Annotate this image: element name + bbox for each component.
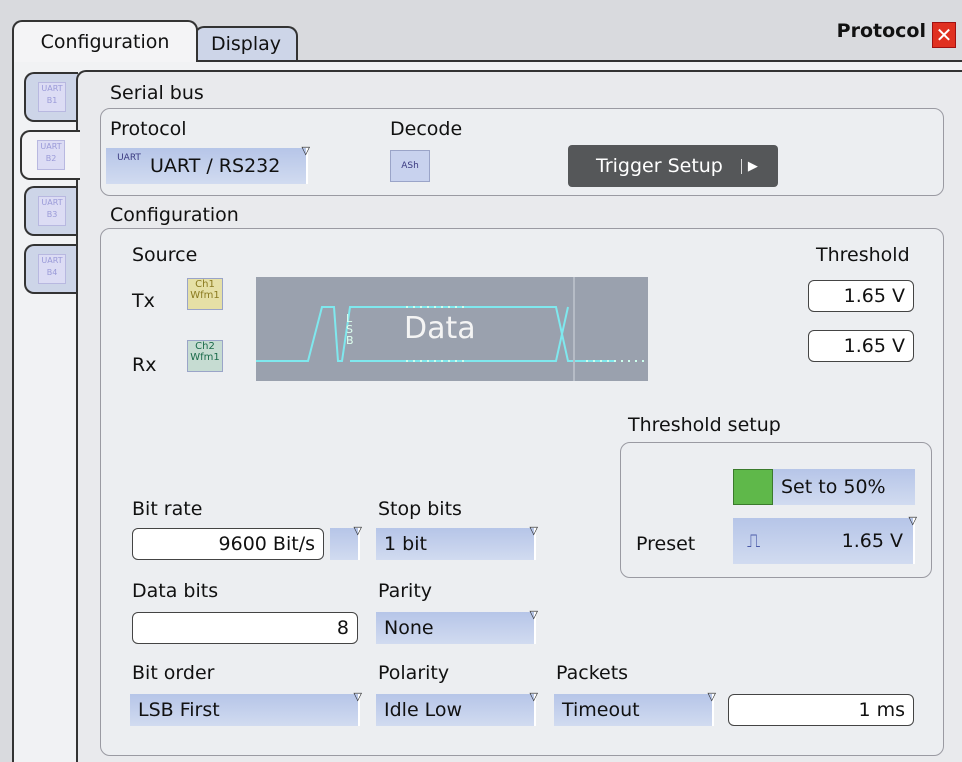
uart-icon: UART: [117, 153, 141, 163]
protocol-dropdown[interactable]: UART UART / RS232 ▽: [106, 144, 310, 184]
set-to-50-label: Set to 50%: [781, 476, 886, 498]
preset-label: Preset: [636, 533, 696, 555]
preset-dropdown[interactable]: ⎍ 1.65 V ▽: [733, 514, 917, 564]
uart-bus-icon: UART B3: [38, 196, 66, 226]
arrow-right-icon: ▶: [740, 158, 758, 174]
polarity-label: Polarity: [378, 662, 450, 684]
threshold-setup-label: Threshold setup: [628, 414, 781, 436]
bit-order-value: LSB First: [138, 699, 220, 721]
bit-rate-label: Bit rate: [132, 498, 203, 520]
polarity-value: Idle Low: [384, 699, 463, 721]
source-label: Source: [132, 244, 198, 266]
tx-label: Tx: [132, 290, 155, 312]
lsb-label: LSB: [346, 312, 354, 347]
rx-label: Rx: [132, 354, 157, 376]
threshold-label: Threshold: [816, 244, 910, 266]
tab-display[interactable]: Display: [194, 26, 298, 60]
serial-bus-heading: Serial bus: [110, 82, 204, 104]
tx-source-icon[interactable]: Ch1 Wfm1: [187, 278, 223, 310]
parity-dropdown[interactable]: None ▽: [376, 608, 538, 644]
preset-value: 1.65 V: [841, 530, 903, 552]
side-tab-bus-4[interactable]: UART B4: [24, 244, 78, 294]
side-tab-bus-2[interactable]: UART B2: [20, 130, 80, 180]
close-icon[interactable]: ✕: [932, 22, 956, 48]
packets-value: Timeout: [562, 699, 640, 721]
uart-bus-icon: UART B2: [37, 140, 65, 170]
decode-label: Decode: [390, 118, 463, 140]
side-tab-bus-3[interactable]: UART B3: [24, 186, 78, 236]
parity-value: None: [384, 617, 434, 639]
rx-source-icon[interactable]: Ch2 Wfm1: [187, 340, 223, 372]
bit-order-label: Bit order: [132, 662, 215, 684]
stop-bits-label: Stop bits: [378, 498, 462, 520]
stop-bits-value: 1 bit: [384, 533, 427, 555]
parity-label: Parity: [378, 580, 433, 602]
polarity-dropdown[interactable]: Idle Low ▽: [376, 690, 538, 726]
stop-bits-dropdown[interactable]: 1 bit ▽: [376, 524, 538, 560]
packets-dropdown[interactable]: Timeout ▽: [554, 690, 716, 726]
data-bits-label: Data bits: [132, 580, 219, 602]
bit-rate-dropdown[interactable]: ▽: [330, 524, 362, 560]
bit-rate-input[interactable]: 9600 Bit/s: [132, 528, 324, 560]
threshold-tx-input[interactable]: 1.65 V: [808, 280, 914, 312]
protocol-value: UART / RS232: [150, 155, 281, 177]
packets-timeout-input[interactable]: 1 ms: [728, 694, 914, 726]
packets-label: Packets: [556, 662, 629, 684]
tab-display-label: Display: [210, 33, 282, 55]
bit-order-dropdown[interactable]: LSB First ▽: [130, 690, 362, 726]
tab-configuration[interactable]: Configuration: [12, 20, 198, 62]
set-to-50-button[interactable]: Set to 50%: [733, 469, 915, 505]
panel-title: Protocol: [836, 20, 926, 42]
configuration-heading: Configuration: [110, 204, 239, 226]
waveform-diagram: LSB Data: [256, 277, 648, 381]
decode-icon[interactable]: ASh: [390, 150, 430, 182]
threshold-rx-input[interactable]: 1.65 V: [808, 330, 914, 362]
side-tab-bus-1[interactable]: UART B1: [24, 72, 78, 122]
tab-configuration-label: Configuration: [40, 31, 170, 53]
set-50-icon: [733, 469, 773, 505]
protocol-label: Protocol: [110, 118, 187, 140]
waveform-data-label: Data: [404, 311, 476, 346]
data-bits-input[interactable]: 8: [132, 612, 358, 644]
uart-bus-icon: UART B4: [38, 254, 66, 284]
trigger-setup-label: Trigger Setup: [596, 155, 723, 177]
pulse-icon: ⎍: [747, 530, 761, 552]
trigger-setup-button[interactable]: Trigger Setup ▶: [568, 145, 778, 187]
uart-bus-icon: UART B1: [38, 82, 66, 112]
